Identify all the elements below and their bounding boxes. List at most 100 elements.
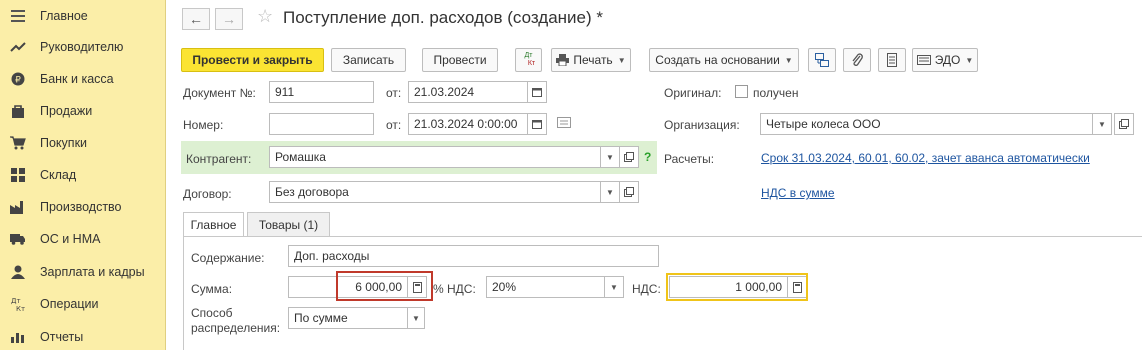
dt-kt-icon: Дт Кт	[10, 296, 26, 312]
contractor-dropdown-button[interactable]: ▼	[600, 146, 620, 168]
dt-label: Дт	[524, 52, 533, 59]
document-date-field[interactable]: 21.03.2024	[408, 81, 528, 103]
svg-text:Дт: Дт	[11, 297, 21, 305]
settlements-label: Расчеты:	[664, 152, 715, 166]
open-icon	[624, 152, 634, 162]
create-based-on-button[interactable]: Создать на основании ▼	[649, 48, 799, 72]
settlements-link[interactable]: Срок 31.03.2024, 60.01, 60.02, зачет ава…	[761, 151, 1090, 165]
contract-label: Договор:	[183, 187, 232, 201]
sidebar-item-main[interactable]: Главное	[0, 0, 166, 32]
bar-chart-icon	[10, 329, 26, 345]
sidebar-item-label: Руководителю	[40, 40, 124, 54]
sidebar: Главное Руководителю ₽ Банк и касса Прод…	[0, 0, 166, 350]
incoming-number-field[interactable]	[269, 113, 374, 135]
tab-goods[interactable]: Товары (1)	[247, 212, 330, 236]
post-and-close-button[interactable]: Провести и закрыть	[181, 48, 324, 72]
print-label: Печать	[573, 53, 613, 67]
distribution-method-field[interactable]: По сумме	[288, 307, 408, 329]
sidebar-item-reports[interactable]: Отчеты	[0, 321, 166, 350]
page-title: Поступление доп. расходов (создание) *	[283, 8, 603, 27]
original-received-checkbox[interactable]	[735, 85, 748, 98]
favorite-star-icon[interactable]: ☆	[257, 6, 273, 27]
content-label: Содержание:	[191, 251, 265, 265]
comment-icon[interactable]	[557, 117, 571, 129]
warehouse-icon	[10, 167, 26, 183]
svg-text:Кт: Кт	[16, 305, 25, 312]
sum-label: Сумма:	[191, 282, 233, 296]
chevron-down-icon: ▼	[1098, 119, 1106, 129]
document-number-field[interactable]: 911	[269, 81, 374, 103]
vat-included-link[interactable]: НДС в сумме	[761, 186, 835, 200]
sidebar-item-label: Покупки	[40, 136, 88, 150]
paperclip-icon	[851, 53, 863, 67]
received-label: получен	[753, 86, 799, 100]
contract-dropdown-button[interactable]: ▼	[600, 181, 620, 203]
printer-icon	[556, 54, 570, 66]
sidebar-item-sales[interactable]: Продажи	[0, 95, 166, 127]
distribution-label-line2: распределения:	[191, 321, 281, 335]
sidebar-item-label: Производство	[40, 200, 122, 214]
sidebar-item-salary[interactable]: Зарплата и кадры	[0, 256, 166, 288]
organization-field[interactable]: Четыре колеса ООО	[760, 113, 1093, 135]
calendar-icon	[532, 87, 542, 97]
contractor-open-button[interactable]	[619, 146, 639, 168]
organization-open-button[interactable]	[1114, 113, 1134, 135]
attach-button[interactable]	[843, 48, 871, 72]
contractor-field[interactable]: Ромашка	[269, 146, 602, 168]
cart-icon	[10, 135, 26, 151]
tab-panel-border	[183, 236, 184, 350]
chevron-down-icon: ▼	[617, 55, 626, 65]
structure-button[interactable]	[808, 48, 836, 72]
tab-main[interactable]: Главное	[183, 212, 244, 237]
sidebar-item-operations[interactable]: Дт Кт Операции	[0, 288, 166, 320]
edo-icon	[916, 54, 931, 66]
person-icon	[10, 264, 26, 280]
vat-rate-field[interactable]: 20%	[486, 276, 606, 298]
open-icon	[1119, 119, 1129, 129]
chevron-down-icon: ▼	[412, 313, 420, 323]
sidebar-item-production[interactable]: Производство	[0, 191, 166, 223]
incoming-date-label: от:	[386, 118, 402, 132]
save-button[interactable]: Записать	[331, 48, 406, 72]
edo-button[interactable]: ЭДО ▼	[912, 48, 978, 72]
calendar-button[interactable]	[527, 81, 547, 103]
help-icon[interactable]: ?	[644, 150, 651, 164]
content-field[interactable]: Доп. расходы	[288, 245, 659, 267]
sidebar-item-fixed-assets[interactable]: ОС и НМА	[0, 223, 166, 255]
arrow-left-icon: ←	[189, 11, 203, 27]
vat-rate-dropdown-button[interactable]: ▼	[604, 276, 624, 298]
organization-dropdown-button[interactable]: ▼	[1092, 113, 1112, 135]
back-button[interactable]: ←	[182, 8, 210, 30]
vat-highlight	[666, 273, 808, 301]
svg-text:₽: ₽	[15, 76, 21, 86]
organization-label: Организация:	[664, 118, 740, 132]
sidebar-item-label: Склад	[40, 168, 77, 182]
distribution-dropdown-button[interactable]: ▼	[408, 307, 425, 329]
incoming-date-field[interactable]: 21.03.2024 0:00:00	[408, 113, 528, 135]
forward-button[interactable]: →	[215, 8, 243, 30]
bag-icon	[10, 103, 26, 119]
menu-icon	[10, 8, 26, 24]
contract-field[interactable]: Без договора	[269, 181, 602, 203]
sidebar-item-manager[interactable]: Руководителю	[0, 31, 166, 63]
dt-kt-button[interactable]: Дт Кт	[515, 48, 542, 72]
structure-icon	[815, 53, 829, 67]
post-button[interactable]: Провести	[422, 48, 498, 72]
print-button[interactable]: Печать ▼	[551, 48, 631, 72]
sidebar-item-bank[interactable]: ₽ Банк и касса	[0, 63, 166, 95]
factory-icon	[10, 199, 26, 215]
sidebar-item-label: Операции	[40, 297, 99, 311]
distribution-label-line1: Способ	[191, 306, 233, 320]
document-form: ← → ☆ Поступление доп. расходов (создани…	[166, 0, 1142, 350]
sidebar-item-warehouse[interactable]: Склад	[0, 159, 166, 191]
edo-label: ЭДО	[934, 53, 961, 67]
calendar-button[interactable]	[527, 113, 547, 135]
sidebar-item-purchases[interactable]: Покупки	[0, 127, 166, 159]
vat-rate-label: % НДС:	[433, 282, 476, 296]
kt-label: Кт	[527, 60, 536, 67]
chevron-down-icon: ▼	[606, 152, 614, 162]
contract-open-button[interactable]	[619, 181, 639, 203]
report-button[interactable]	[878, 48, 906, 72]
incoming-number-label: Номер:	[183, 118, 224, 132]
trend-icon	[10, 39, 26, 55]
